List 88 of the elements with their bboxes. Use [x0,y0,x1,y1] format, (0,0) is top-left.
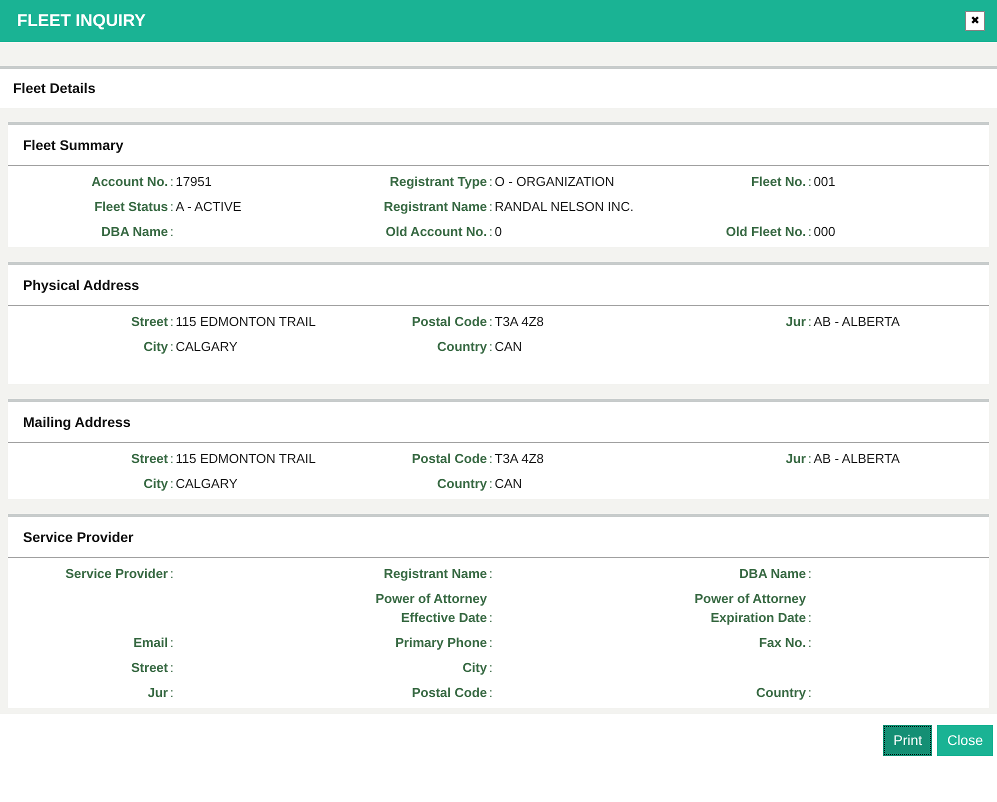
separator: : [488,684,494,702]
separator: : [488,565,494,583]
field-label: Account No. [91,173,168,191]
field-label: Postal Code [412,313,487,331]
separator: : [169,198,175,216]
section-title: Mailing Address [23,412,131,432]
separator: : [488,223,494,241]
separator: : [169,173,175,191]
field-value: 17951 [176,173,212,191]
field-label: Jur [786,313,806,331]
field-value: CAN [494,475,522,493]
field-label: City [462,659,487,677]
field-value: T3A 4Z8 [494,450,544,468]
field-label: Registrant Name [384,565,487,583]
field-label: Country [756,684,806,702]
separator: : [169,338,175,356]
separator: : [488,475,494,493]
field-label: Postal Code [412,684,487,702]
field-value: AB - ALBERTA [814,450,900,468]
field-label: DBA Name [739,565,806,583]
separator: : [488,338,494,356]
print-button[interactable]: Print [883,725,932,756]
field-label: Registrant Type [390,173,487,191]
field-label: Old Fleet No. [726,223,806,241]
field-value: 115 EDMONTON TRAIL [176,450,316,468]
separator: : [807,684,813,702]
field-label: Jur [786,450,806,468]
field-value: 0 [494,223,502,241]
section-title: Fleet Summary [23,136,124,155]
field-value: 000 [814,223,836,241]
separator: : [807,634,813,652]
section-title: Service Provider [23,528,134,546]
field-label: Street [131,659,168,677]
field-label: Power of Attorney Expiration Date [694,590,806,627]
field-value: CAN [494,338,522,356]
separator: : [169,659,175,677]
separator: : [488,609,494,627]
field-label: DBA Name [101,223,168,241]
separator: : [169,313,175,331]
separator: : [169,450,175,468]
separator: : [807,223,813,241]
separator: : [807,173,813,191]
separator: : [169,634,175,652]
field-label: City [143,338,168,356]
field-label: Fax No. [759,634,806,652]
separator: : [488,634,494,652]
separator: : [169,223,175,241]
field-value: CALGARY [176,338,238,356]
separator: : [488,659,494,677]
separator: : [488,313,494,331]
separator: : [807,450,813,468]
field-value: AB - ALBERTA [814,313,900,331]
field-value: T3A 4Z8 [494,313,544,331]
field-label: Street [131,450,168,468]
field-label: Service Provider [65,565,168,583]
field-label: City [143,475,168,493]
separator: : [488,173,494,191]
field-label: Country [437,475,487,493]
field-value: A - ACTIVE [176,198,242,216]
field-label: Email [133,634,168,652]
page-title: Fleet Details [13,79,96,98]
separator: : [807,609,813,627]
close-button[interactable]: Close [937,725,993,756]
separator: : [488,198,494,216]
field-value: CALGARY [176,475,238,493]
field-value: RANDAL NELSON INC. [494,198,634,216]
separator: : [169,565,175,583]
field-value: 115 EDMONTON TRAIL [176,313,316,331]
field-label: Registrant Name [384,198,487,216]
close-button[interactable]: ✖ [965,11,985,31]
field-label: Country [437,338,487,356]
separator: : [488,450,494,468]
field-label: Street [131,313,168,331]
field-label: Power of Attorney Effective Date [374,590,487,627]
field-value: O - ORGANIZATION [494,173,614,191]
field-label: Postal Code [412,450,487,468]
field-label: Fleet Status [94,198,168,216]
separator: : [807,565,813,583]
field-label: Fleet No. [751,173,806,191]
window-title: FLEET INQUIRY [17,10,146,32]
section-title: Physical Address [23,276,140,295]
separator: : [807,313,813,331]
field-value: 001 [814,173,836,191]
separator: : [169,684,175,702]
field-label: Primary Phone [395,634,487,652]
separator: : [169,475,175,493]
field-label: Jur [148,684,168,702]
field-label: Old Account No. [386,223,487,241]
